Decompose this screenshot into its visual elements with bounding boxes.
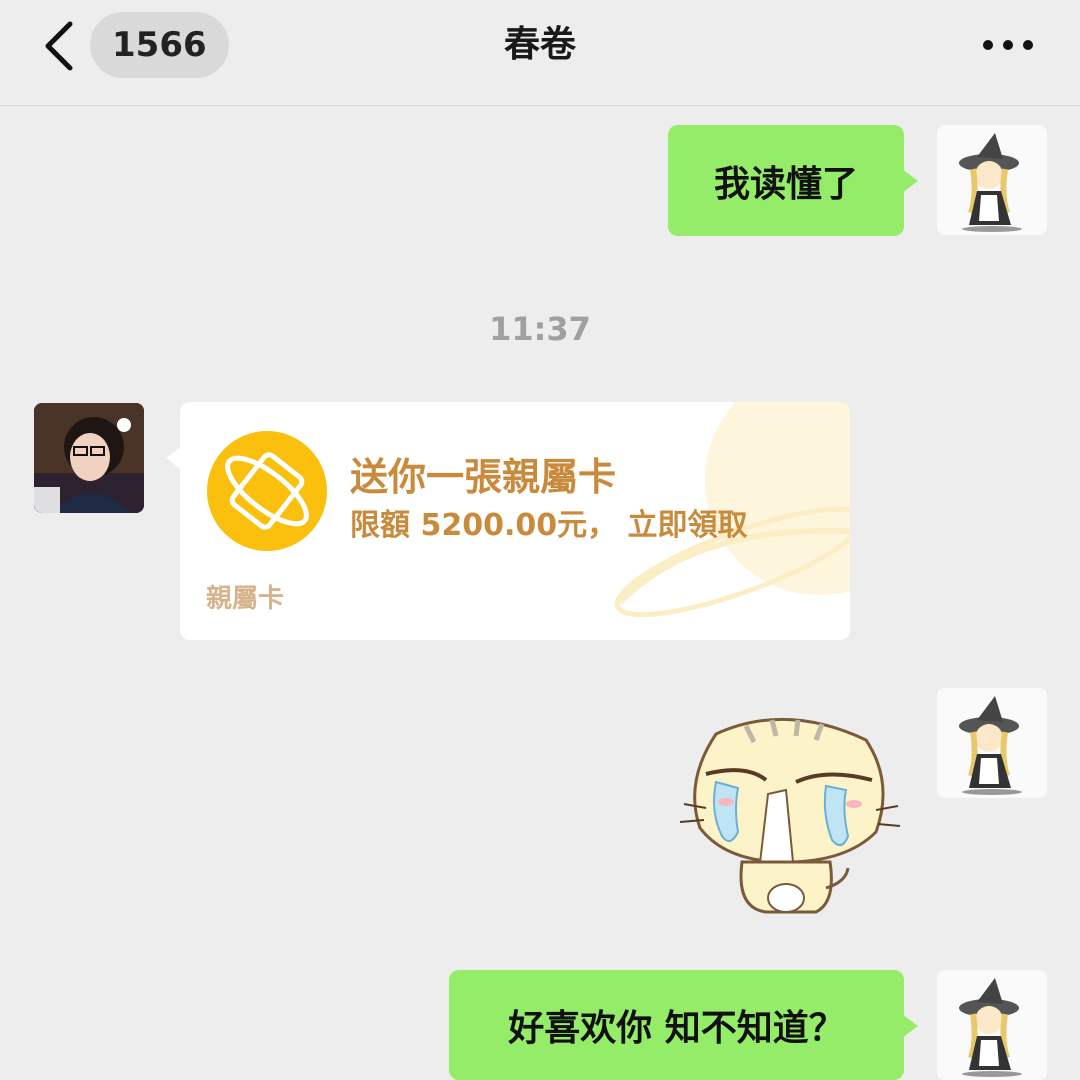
my-message-bubble[interactable]: 我读懂了	[668, 125, 918, 236]
contact-avatar[interactable]	[34, 403, 144, 513]
my-avatar[interactable]	[937, 970, 1047, 1080]
message-timestamp: 11:37	[489, 310, 591, 348]
card-footer-label: 親屬卡	[206, 584, 285, 614]
crying-cat-sticker[interactable]	[676, 712, 902, 918]
family-card-icon	[207, 431, 327, 551]
more-dots-icon[interactable]	[980, 30, 1036, 60]
message-text: 好喜欢你 知不知道？	[508, 1008, 845, 1049]
chat-title: 春卷	[503, 24, 576, 65]
my-avatar[interactable]	[937, 688, 1047, 798]
my-message-bubble[interactable]: 好喜欢你 知不知道？	[449, 970, 918, 1080]
family-card-message[interactable]: 送你一張親屬卡 限額 5200.00元， 立即領取 親屬卡	[180, 402, 850, 640]
card-title: 送你一張親屬卡	[350, 455, 617, 499]
my-avatar[interactable]	[937, 125, 1047, 235]
card-subtitle: 限額 5200.00元， 立即領取	[350, 508, 748, 543]
message-text: 我读懂了	[713, 163, 858, 205]
chat-header: 1566 春卷	[0, 0, 1080, 106]
